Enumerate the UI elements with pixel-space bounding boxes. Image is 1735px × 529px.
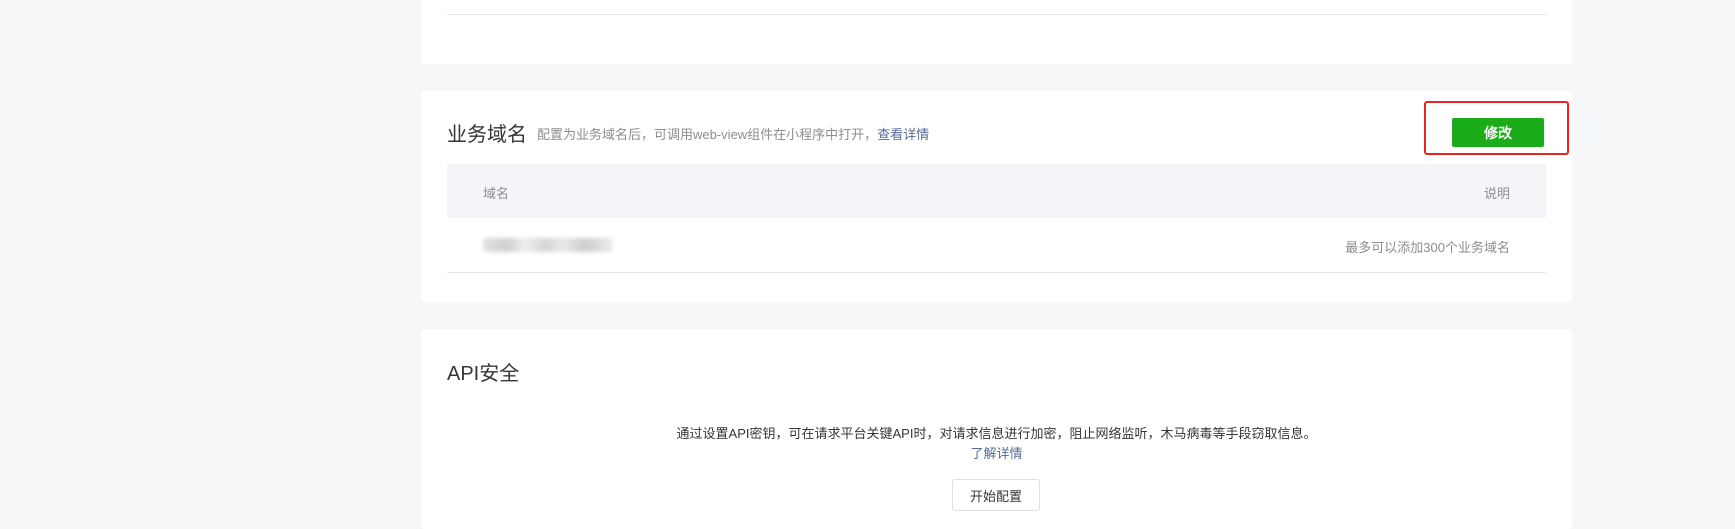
modify-button[interactable]: 修改 [1452,118,1544,147]
domain-table-header: 域名 说明 [447,164,1546,218]
learn-more-link[interactable]: 了解详情 [421,443,1572,462]
header-domain: 域名 [483,186,510,201]
start-config-button[interactable]: 开始配置 [952,479,1040,511]
table-row: 最多可以添加300个业务域名 [447,218,1546,273]
view-details-link[interactable]: 查看详情 [877,127,929,142]
api-security-title: API安全 [447,363,520,385]
business-domain-card: 业务域名 配置为业务域名后，可调用web-view组件在小程序中打开，查看详情 … [421,91,1572,302]
redacted-domain-value [483,238,613,252]
row-note: 最多可以添加300个业务域名 [1345,240,1510,255]
business-domain-description: 配置为业务域名后，可调用web-view组件在小程序中打开，查看详情 [537,124,929,143]
previous-section-card [421,0,1572,64]
divider [447,14,1546,15]
description-text: 配置为业务域名后，可调用web-view组件在小程序中打开， [537,127,878,142]
api-security-description: 通过设置API密钥，可在请求平台关键API时，对请求信息进行加密，阻止网络监听，… [676,426,1317,441]
api-security-card: API安全 通过设置API密钥，可在请求平台关键API时，对请求信息进行加密，阻… [421,329,1572,529]
header-note: 说明 [1483,186,1510,201]
business-domain-title: 业务域名 [447,124,527,146]
